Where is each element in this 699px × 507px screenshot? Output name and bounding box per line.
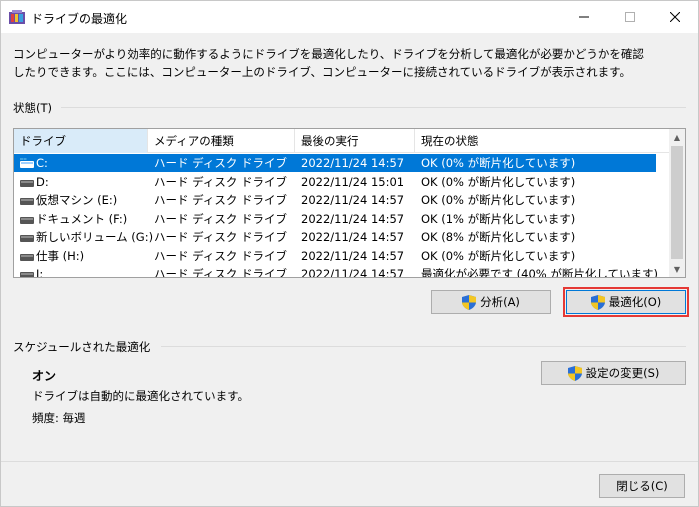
- hard-drive-icon: [20, 235, 34, 242]
- table-row[interactable]: ドキュメント (F:) ハード ディスク ドライブ 2022/11/24 14:57…: [14, 210, 656, 228]
- last-run-cell: 2022/11/24 14:57: [301, 193, 405, 207]
- table-row[interactable]: 新しいボリューム (G:) ハード ディスク ドライブ 2022/11/24 14:…: [14, 228, 656, 246]
- last-run-cell: 2022/11/24 14:57: [301, 156, 405, 170]
- change-settings-button-label: 設定の変更(S): [585, 366, 660, 380]
- status-cell: OK (0% が断片化しています): [421, 156, 576, 170]
- optimize-drives-window: ドライブの最適化 コンピューターがより効率的に動作するようにドライブを最適化した…: [0, 0, 699, 507]
- column-header-last-run[interactable]: 最後の実行: [295, 129, 415, 153]
- hard-drive-icon: [20, 179, 34, 187]
- maximize-button[interactable]: [607, 1, 653, 33]
- drive-cell: D:: [36, 174, 49, 189]
- status-cell: 最適化が必要です (40% が断片化しています): [421, 267, 658, 278]
- hard-drive-icon: [20, 158, 34, 168]
- table-row[interactable]: I: ハード ディスク ドライブ 2022/11/24 14:57 最適化が必要です …: [14, 265, 658, 278]
- status-cell: OK (8% が断片化しています): [421, 230, 576, 244]
- scroll-down-arrow-icon[interactable]: ▼: [669, 261, 685, 277]
- title-bar: ドライブの最適化: [1, 1, 698, 33]
- hard-drive-icon: [20, 216, 34, 224]
- table-row[interactable]: D: ハード ディスク ドライブ 2022/11/24 15:01 OK (0% が断…: [14, 173, 656, 191]
- analyze-button-label: 分析(A): [480, 295, 520, 309]
- media-type-cell: ハード ディスク ドライブ: [154, 211, 288, 226]
- last-run-cell: 2022/11/24 14:57: [301, 267, 405, 278]
- change-settings-button[interactable]: 設定の変更(S): [541, 361, 686, 385]
- drive-cell: 仮想マシン (E:): [36, 193, 118, 207]
- status-group-divider: [61, 107, 686, 108]
- defrag-icon: [9, 10, 25, 24]
- drive-list-header: ドライブ メディアの種類 最後の実行 現在の状態: [14, 129, 670, 153]
- scroll-up-arrow-icon[interactable]: ▲: [669, 129, 685, 145]
- schedule-group-divider: [161, 346, 686, 347]
- description-text: コンピューターがより効率的に動作するようにドライブを最適化したり、ドライブを分析…: [13, 47, 644, 79]
- drive-cell: C:: [36, 156, 48, 170]
- optimize-button-label: 最適化(O): [608, 295, 662, 309]
- hard-drive-icon: [20, 272, 34, 277]
- table-row[interactable]: 仕事 (H:) ハード ディスク ドライブ 2022/11/24 14:57 OK (…: [14, 247, 656, 265]
- close-icon: [670, 12, 680, 22]
- minimize-icon: [579, 16, 589, 18]
- close-button-label: 閉じる(C): [616, 479, 668, 493]
- hard-drive-icon: [20, 253, 34, 261]
- schedule-state: オン: [32, 369, 57, 383]
- analyze-button[interactable]: 分析(A): [431, 290, 551, 314]
- drive-list[interactable]: ドライブ メディアの種類 最後の実行 現在の状態 C: ハード ディスク ドライブ…: [13, 128, 686, 278]
- uac-shield-icon: [462, 294, 477, 310]
- drive-list-scrollbar[interactable]: ▲ ▼: [669, 129, 685, 277]
- media-type-cell: ハード ディスク ドライブ: [154, 230, 288, 244]
- minimize-button[interactable]: [561, 1, 607, 33]
- scrollbar-thumb[interactable]: [671, 146, 683, 259]
- last-run-cell: 2022/11/24 14:57: [301, 230, 405, 244]
- last-run-cell: 2022/11/24 14:57: [301, 211, 405, 226]
- column-header-current-status[interactable]: 現在の状態: [415, 129, 670, 153]
- drive-cell: I:: [36, 267, 44, 278]
- optimize-button[interactable]: 最適化(O): [563, 287, 689, 317]
- media-type-cell: ハード ディスク ドライブ: [154, 267, 288, 278]
- hard-drive-icon: [20, 198, 34, 205]
- dialog-footer: 閉じる(C): [1, 461, 698, 506]
- close-window-button[interactable]: [652, 1, 698, 33]
- table-row[interactable]: 仮想マシン (E:) ハード ディスク ドライブ 2022/11/24 14:57 O…: [14, 191, 656, 209]
- last-run-cell: 2022/11/24 15:01: [301, 174, 405, 189]
- status-cell: OK (0% が断片化しています): [421, 248, 576, 263]
- media-type-cell: ハード ディスク ドライブ: [154, 248, 288, 263]
- uac-shield-icon: [590, 294, 605, 310]
- table-row[interactable]: C: ハード ディスク ドライブ 2022/11/24 14:57 OK (0% が断…: [14, 154, 656, 172]
- last-run-cell: 2022/11/24 14:57: [301, 248, 405, 263]
- uac-shield-icon: [567, 365, 582, 381]
- status-group-label: 状態(T): [13, 101, 52, 115]
- schedule-group-label: スケジュールされた最適化: [13, 340, 151, 354]
- schedule-frequency: 頻度: 毎週: [32, 411, 86, 425]
- status-cell: OK (0% が断片化しています): [421, 174, 576, 189]
- schedule-detail: ドライブは自動的に最適化されています。: [32, 389, 250, 403]
- drive-cell: 仕事 (H:): [36, 248, 85, 263]
- window-title: ドライブの最適化: [31, 12, 128, 26]
- status-cell: OK (0% が断片化しています): [421, 193, 576, 207]
- media-type-cell: ハード ディスク ドライブ: [154, 174, 288, 189]
- drive-cell: 新しいボリューム (G:): [36, 230, 154, 244]
- maximize-icon: [625, 12, 635, 22]
- column-header-drive[interactable]: ドライブ: [14, 129, 148, 153]
- status-cell: OK (1% が断片化しています): [421, 211, 576, 226]
- media-type-cell: ハード ディスク ドライブ: [154, 156, 288, 170]
- media-type-cell: ハード ディスク ドライブ: [154, 193, 288, 207]
- column-header-media-type[interactable]: メディアの種類: [148, 129, 295, 153]
- close-button[interactable]: 閉じる(C): [599, 474, 685, 498]
- drive-cell: ドキュメント (F:): [36, 211, 128, 226]
